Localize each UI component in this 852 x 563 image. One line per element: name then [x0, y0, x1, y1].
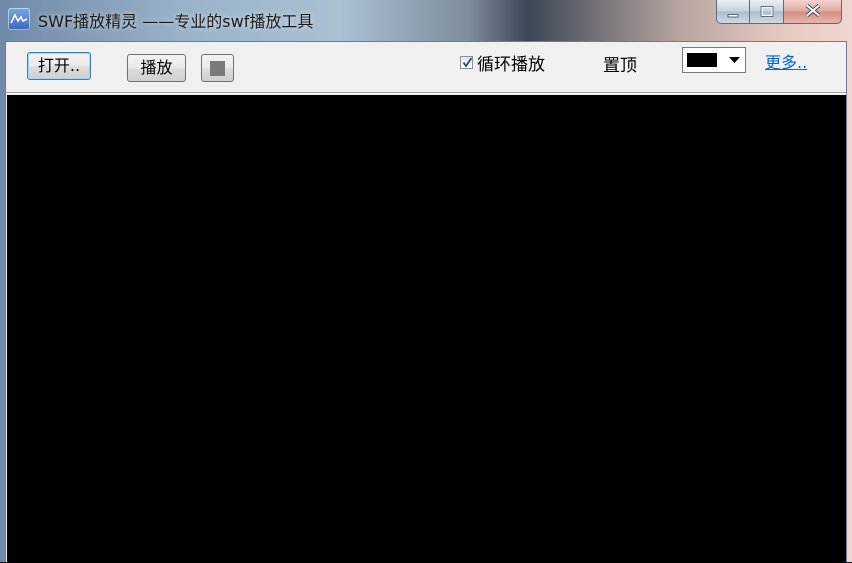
app-icon[interactable] — [8, 8, 30, 30]
minimize-icon — [727, 2, 739, 21]
loop-checkbox[interactable] — [460, 55, 473, 69]
topmost-label[interactable]: 置顶 — [603, 51, 637, 76]
chevron-down-icon — [729, 57, 740, 63]
toolbar: 打开.. 播放 循环播放 置顶 更多.. — [6, 42, 846, 94]
loop-label: 循环播放 — [477, 54, 545, 75]
maximize-icon — [759, 2, 774, 21]
client-area: 打开.. 播放 循环播放 置顶 更多.. — [5, 41, 847, 563]
loop-option[interactable]: 循环播放 — [460, 51, 545, 75]
window-title: SWF播放精灵 ——专业的swf播放工具 — [38, 12, 314, 31]
dropdown-button[interactable] — [724, 49, 744, 71]
maximize-button[interactable] — [750, 0, 784, 24]
close-button[interactable] — [784, 0, 842, 24]
stop-icon — [210, 61, 225, 76]
color-swatch — [687, 53, 717, 67]
play-button[interactable]: 播放 — [127, 54, 186, 82]
minimize-button[interactable] — [716, 0, 750, 24]
title-bar[interactable]: SWF播放精灵 ——专业的swf播放工具 — [0, 0, 852, 40]
close-icon — [805, 2, 821, 21]
caption-buttons — [716, 0, 842, 26]
stop-button[interactable] — [201, 54, 234, 82]
toolbar-divider — [6, 92, 846, 94]
more-link[interactable]: 更多.. — [765, 49, 807, 73]
background-color-select[interactable] — [682, 47, 746, 73]
app-window: SWF播放精灵 ——专业的swf播放工具 打开.. 播放 循环播放 置顶 更多.… — [0, 0, 852, 563]
checkmark-icon — [462, 56, 473, 68]
open-button[interactable]: 打开.. — [27, 52, 91, 80]
swf-player-area[interactable] — [7, 95, 846, 563]
